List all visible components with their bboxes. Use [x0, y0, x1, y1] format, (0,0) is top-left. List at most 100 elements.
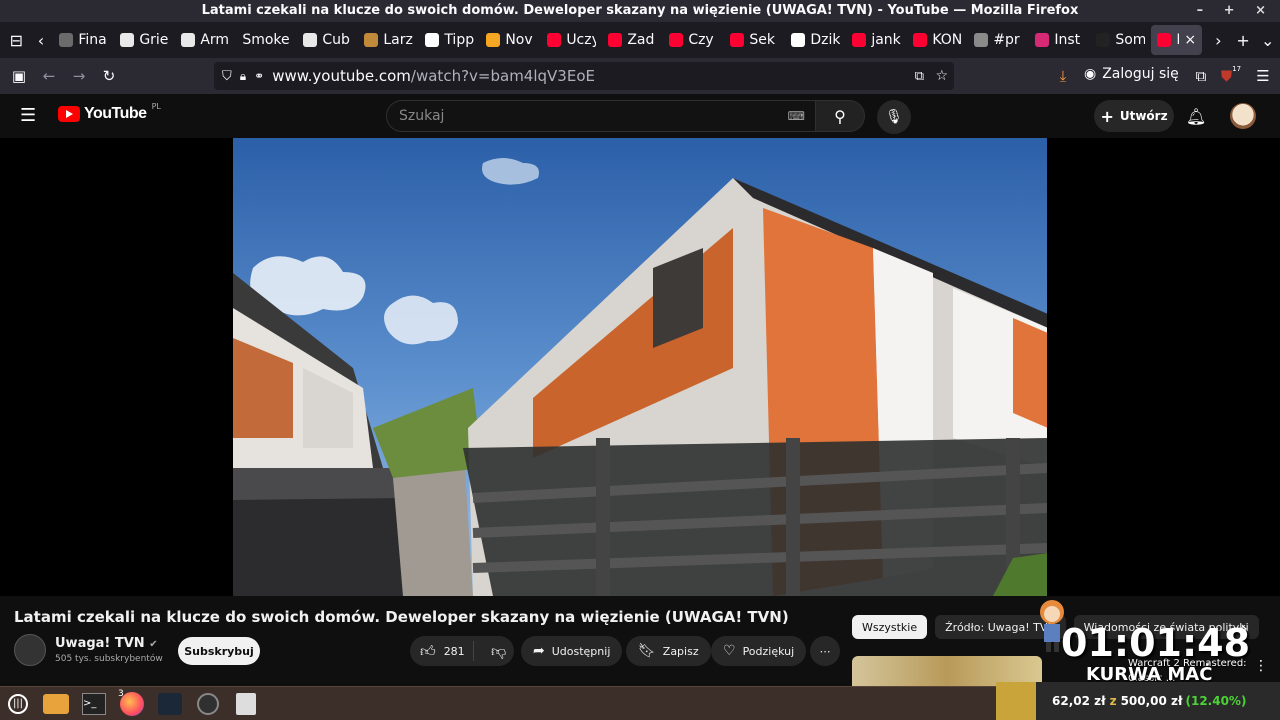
url-host: www.youtube.com: [272, 67, 411, 85]
like-button[interactable]: 👍︎ 281: [410, 641, 474, 661]
tab-favicon-icon: [669, 33, 684, 47]
tab-0[interactable]: Fina: [53, 25, 114, 55]
sidebar-toggle-icon[interactable]: ▣: [4, 61, 34, 91]
video-title: Latami czekali na klucze do swoich domów…: [14, 608, 789, 626]
tab-3[interactable]: Smoke: [236, 25, 297, 55]
voice-search-button[interactable]: 🎙︎: [877, 100, 911, 134]
tab-8[interactable]: Uczy: [541, 25, 602, 55]
tab-10[interactable]: Czy: [663, 25, 724, 55]
reload-icon[interactable]: ↻: [94, 61, 124, 91]
permissions-icon[interactable]: ⚭: [254, 69, 264, 83]
tab-1[interactable]: Grie: [114, 25, 175, 55]
url-path: /watch?v=bam4lqV3EoE: [410, 67, 595, 85]
forward-icon[interactable]: →: [64, 61, 94, 91]
like-count: 281: [443, 644, 465, 658]
donation-goal: 500,00 zł: [1120, 694, 1183, 708]
url-bar[interactable]: ⛉ 🔒︎ ⚭ www.youtube.com/watch?v=bam4lqV3E…: [214, 62, 954, 90]
tab-scroll-right-icon[interactable]: ›: [1206, 25, 1231, 55]
download-icon[interactable]: ⤓: [1048, 61, 1078, 91]
tab-list-icon[interactable]: ⊟: [4, 25, 29, 55]
new-tab-icon[interactable]: +: [1231, 25, 1256, 55]
donation-separator: z: [1109, 694, 1117, 708]
tab-17[interactable]: Som: [1090, 25, 1151, 55]
subscribe-button[interactable]: Subskrybuj: [178, 637, 260, 665]
menu-icon[interactable]: ☰: [1248, 61, 1278, 91]
tab-9[interactable]: Zad: [602, 25, 663, 55]
create-button[interactable]: + Utwórz: [1094, 100, 1174, 132]
steam-icon[interactable]: [154, 689, 186, 719]
calculator-icon[interactable]: [230, 689, 262, 719]
tab-label: Czy: [688, 32, 714, 48]
video-scene-image: [233, 158, 1047, 596]
tab-label: KON: [932, 32, 963, 48]
tab-16[interactable]: Inst: [1029, 25, 1090, 55]
start-menu-icon[interactable]: |||: [2, 689, 34, 719]
bookmark-star-icon[interactable]: ☆: [935, 68, 948, 84]
terminal-icon[interactable]: >_: [78, 689, 110, 719]
tab-active-label: La: [1176, 32, 1179, 48]
keyboard-icon[interactable]: ⌨: [788, 101, 805, 131]
firefox-icon[interactable]: 3: [116, 689, 148, 719]
share-icon: ➦: [533, 643, 545, 659]
hamburger-menu-icon[interactable]: ☰: [20, 105, 36, 126]
files-icon[interactable]: [40, 689, 72, 719]
youtube-logo[interactable]: YouTube PL: [58, 102, 161, 123]
tab-scroll-left-icon[interactable]: ‹: [29, 25, 54, 55]
channel-name[interactable]: Uwaga! TVN ✔: [55, 636, 158, 651]
tab-overflow-icon[interactable]: ⌄: [1255, 25, 1280, 55]
notifications-bell-icon[interactable]: 🔔︎: [1184, 104, 1208, 128]
donation-current: 62,02 zł: [1052, 694, 1106, 708]
more-actions-button[interactable]: ⋯: [810, 636, 840, 666]
tab-favicon-icon: [791, 33, 806, 47]
tab-favicon-icon: [486, 33, 501, 47]
verified-icon: ✔: [149, 639, 158, 650]
obs-icon[interactable]: [192, 689, 224, 719]
reader-view-icon[interactable]: ⧉: [915, 69, 924, 84]
tab-label: Nov: [505, 32, 533, 48]
tab-13[interactable]: jank: [846, 25, 907, 55]
tab-2[interactable]: Arm: [175, 25, 236, 55]
save-button[interactable]: 🔖︎ Zapisz: [626, 636, 711, 666]
tab-close-icon[interactable]: ×: [1184, 32, 1196, 48]
tab-favicon-icon: [913, 33, 928, 47]
user-avatar[interactable]: [1230, 103, 1256, 129]
video-frame[interactable]: [233, 138, 1047, 596]
tab-5[interactable]: Larz: [358, 25, 419, 55]
shield-icon[interactable]: ⛉: [222, 69, 232, 84]
tab-favicon-icon: [852, 33, 867, 47]
window-controls[interactable]: – + ×: [1197, 0, 1274, 22]
tab-label: Tipp: [444, 32, 475, 48]
dislike-button[interactable]: 👎︎: [481, 642, 506, 661]
thanks-button[interactable]: ♡ Podziękuj: [711, 636, 807, 666]
tab-14[interactable]: KON: [907, 25, 968, 55]
tab-label: jank: [871, 32, 901, 48]
recommended-more-icon[interactable]: ⋮: [1254, 658, 1268, 674]
firefox-window-count: 3: [118, 688, 124, 699]
heart-dollar-icon: ♡: [723, 643, 736, 659]
navigation-bar: ▣ ← → ↻ ⛉ 🔒︎ ⚭ www.youtube.com/watch?v=b…: [0, 58, 1280, 94]
back-icon[interactable]: ←: [34, 61, 64, 91]
account-button[interactable]: ◉ Zaloguj się: [1084, 66, 1179, 82]
lock-icon[interactable]: 🔒︎: [240, 69, 246, 84]
ublock-icon[interactable]: ⛊ 17: [1216, 61, 1246, 91]
search-input[interactable]: Szukaj ⌨: [386, 100, 816, 132]
chip-all[interactable]: Wszystkie: [852, 615, 928, 639]
tab-4[interactable]: Cub: [297, 25, 358, 55]
search-button[interactable]: ⚲: [815, 100, 865, 132]
video-player[interactable]: [0, 138, 1280, 596]
save-label: Zapisz: [662, 644, 699, 658]
microphone-icon: 🎙︎: [885, 109, 903, 125]
tab-7[interactable]: Nov: [480, 25, 541, 55]
bookmark-icon: 🔖︎: [638, 643, 656, 659]
tab-15[interactable]: #pr: [968, 25, 1029, 55]
extensions-icon[interactable]: ⧉: [1186, 61, 1216, 91]
tab-11[interactable]: Sek: [724, 25, 785, 55]
tab-active[interactable]: La ×: [1151, 25, 1203, 55]
tab-12[interactable]: Dzik: [785, 25, 846, 55]
like-dislike-group: 👍︎ 281 👎︎: [410, 636, 514, 666]
tab-favicon-icon: [425, 33, 440, 47]
share-button[interactable]: ➦ Udostępnij: [521, 636, 623, 666]
channel-avatar[interactable]: [14, 634, 46, 666]
tab-favicon-icon: [974, 33, 989, 47]
tab-6[interactable]: Tipp: [419, 25, 480, 55]
